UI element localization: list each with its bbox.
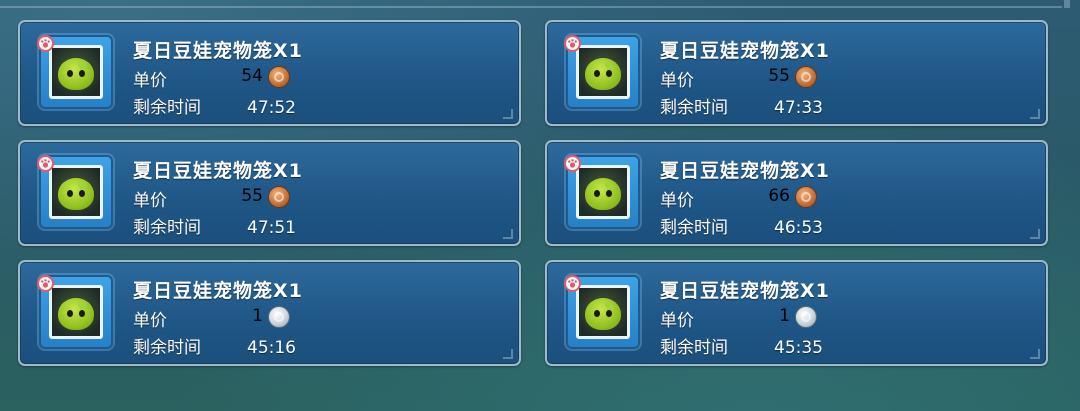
- pet-portrait: [576, 45, 630, 99]
- bronze-coin-icon: [268, 186, 290, 208]
- item-title: 夏日豆娃宠物笼X1: [133, 160, 303, 182]
- item-title: 夏日豆娃宠物笼X1: [660, 40, 830, 62]
- listing-card[interactable]: 夏日豆娃宠物笼X1 单价 1 剩余时间 45:35: [545, 260, 1048, 366]
- paw-badge-icon: [564, 35, 581, 52]
- price-value: 1: [252, 306, 263, 326]
- listing-card[interactable]: 夏日豆娃宠物笼X1 单价 55 剩余时间 47:33: [545, 20, 1048, 126]
- paw-badge-icon: [37, 35, 54, 52]
- price-value: 54: [241, 66, 263, 86]
- pet-portrait: [576, 285, 630, 339]
- item-title: 夏日豆娃宠物笼X1: [133, 280, 303, 302]
- silver-coin-icon: [795, 306, 817, 328]
- time-left-value: 45:16: [247, 338, 296, 358]
- time-row: 剩余时间 45:35: [660, 333, 823, 358]
- silver-coin-icon: [268, 306, 290, 328]
- bean-pet-icon: [585, 298, 621, 330]
- bean-pet-icon: [58, 178, 94, 210]
- listing-grid: 夏日豆娃宠物笼X1 单价 54 剩余时间 47:52 夏日豆娃宠物笼X1 单价 5…: [18, 20, 1048, 366]
- top-divider: [0, 6, 1062, 8]
- bean-pet-icon: [585, 178, 621, 210]
- time-left-label: 剩余时间: [133, 218, 201, 238]
- corner-mark-icon: [1030, 109, 1040, 119]
- time-left-label: 剩余时间: [660, 338, 728, 358]
- price-value-group: 1: [133, 306, 303, 330]
- paw-badge-icon: [37, 155, 54, 172]
- bronze-coin-icon: [268, 66, 290, 88]
- time-row: 剩余时间 47:51: [133, 213, 296, 238]
- item-title: 夏日豆娃宠物笼X1: [660, 160, 830, 182]
- bean-pet-icon: [58, 298, 94, 330]
- time-row: 剩余时间 45:16: [133, 333, 296, 358]
- price-value: 55: [768, 66, 790, 86]
- time-row: 剩余时间 46:53: [660, 213, 823, 238]
- corner-mark-icon: [1030, 349, 1040, 359]
- listing-card[interactable]: 夏日豆娃宠物笼X1 单价 55 剩余时间 47:51: [18, 140, 521, 246]
- paw-badge-icon: [37, 275, 54, 292]
- corner-mark-icon: [503, 229, 513, 239]
- price-value-group: 55: [660, 66, 830, 90]
- time-left-value: 47:52: [247, 98, 296, 118]
- listing-card[interactable]: 夏日豆娃宠物笼X1 单价 1 剩余时间 45:16: [18, 260, 521, 366]
- corner-mark-icon: [1030, 229, 1040, 239]
- top-divider-cap: [1064, 0, 1070, 8]
- bean-pet-icon: [585, 58, 621, 90]
- time-left-label: 剩余时间: [133, 338, 201, 358]
- time-left-label: 剩余时间: [133, 98, 201, 118]
- pet-portrait: [49, 45, 103, 99]
- time-left-label: 剩余时间: [660, 98, 728, 118]
- corner-mark-icon: [503, 109, 513, 119]
- pet-portrait: [49, 285, 103, 339]
- pet-portrait: [576, 165, 630, 219]
- price-value: 1: [779, 306, 790, 326]
- price-value: 55: [241, 186, 263, 206]
- time-left-value: 46:53: [774, 218, 823, 238]
- price-value-group: 1: [660, 306, 830, 330]
- corner-mark-icon: [503, 349, 513, 359]
- paw-badge-icon: [564, 155, 581, 172]
- pet-portrait: [49, 165, 103, 219]
- bronze-coin-icon: [795, 186, 817, 208]
- paw-badge-icon: [564, 275, 581, 292]
- time-left-value: 45:35: [774, 338, 823, 358]
- bean-pet-icon: [58, 58, 94, 90]
- price-value: 66: [768, 186, 790, 206]
- time-row: 剩余时间 47:52: [133, 93, 296, 118]
- price-value-group: 66: [660, 186, 830, 210]
- listing-card[interactable]: 夏日豆娃宠物笼X1 单价 66 剩余时间 46:53: [545, 140, 1048, 246]
- time-left-value: 47:51: [247, 218, 296, 238]
- price-value-group: 54: [133, 66, 303, 90]
- time-left-value: 47:33: [774, 98, 823, 118]
- item-title: 夏日豆娃宠物笼X1: [133, 40, 303, 62]
- time-row: 剩余时间 47:33: [660, 93, 823, 118]
- price-value-group: 55: [133, 186, 303, 210]
- time-left-label: 剩余时间: [660, 218, 728, 238]
- bronze-coin-icon: [795, 66, 817, 88]
- listing-card[interactable]: 夏日豆娃宠物笼X1 单价 54 剩余时间 47:52: [18, 20, 521, 126]
- item-title: 夏日豆娃宠物笼X1: [660, 280, 830, 302]
